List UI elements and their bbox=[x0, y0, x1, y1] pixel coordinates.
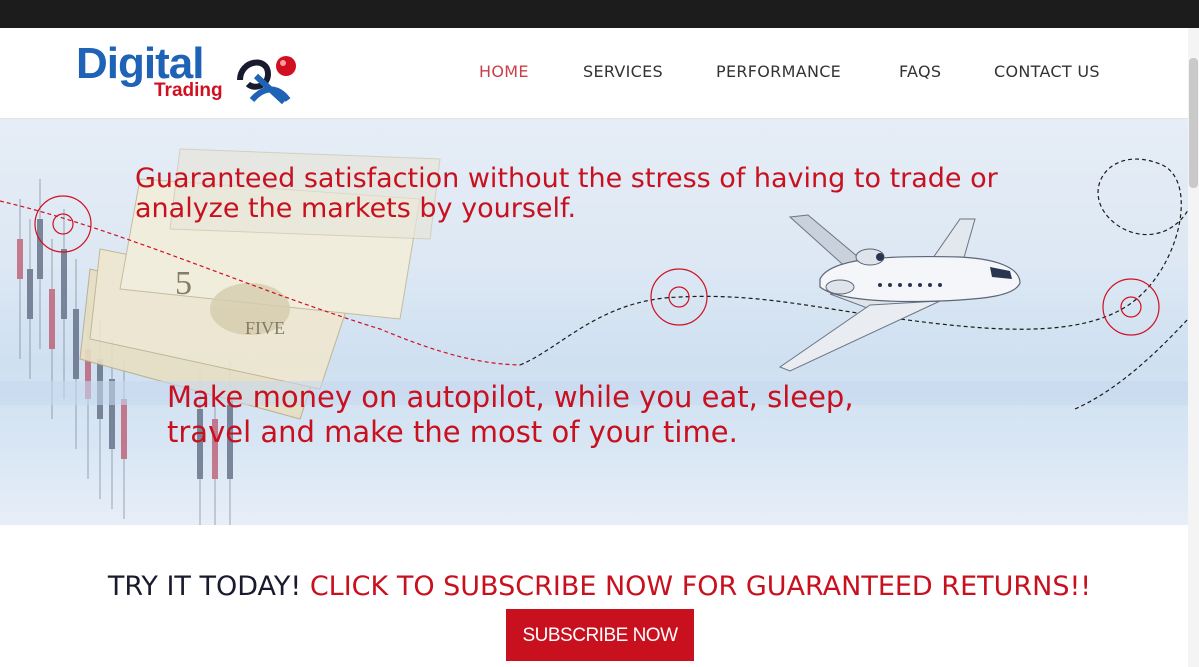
airplane-icon bbox=[778, 214, 1021, 372]
cta-highlight[interactable]: CLICK TO SUBSCRIBE NOW FOR GUARANTEED RE… bbox=[310, 571, 1091, 602]
svg-text:5: 5 bbox=[175, 265, 192, 302]
top-bar bbox=[0, 0, 1199, 28]
hero-banner: 5 FIVE Guaranteed satisfaction without t… bbox=[0, 119, 1188, 525]
hero-headline: Guaranteed satisfaction without the stre… bbox=[135, 163, 998, 224]
hero-subline: Make money on autopilot, while you eat, … bbox=[167, 380, 854, 449]
main-nav: HOME SERVICES PERFORMANCE FAQS CONTACT U… bbox=[0, 28, 1199, 118]
nav-item-faqs[interactable]: FAQS bbox=[899, 62, 941, 81]
nav-item-home[interactable]: HOME bbox=[479, 62, 529, 81]
scrollbar-thumb[interactable] bbox=[1189, 58, 1198, 188]
target-circle-icon bbox=[1102, 278, 1160, 336]
scrollbar[interactable] bbox=[1188, 28, 1199, 667]
svg-text:FIVE: FIVE bbox=[245, 318, 285, 338]
subscribe-now-button[interactable]: SUBSCRIBE NOW bbox=[506, 609, 694, 661]
nav-item-performance[interactable]: PERFORMANCE bbox=[716, 62, 841, 81]
nav-item-services[interactable]: SERVICES bbox=[583, 62, 663, 81]
cta-text: TRY IT TODAY! CLICK TO SUBSCRIBE NOW FOR… bbox=[0, 571, 1199, 602]
cta-lead: TRY IT TODAY! bbox=[107, 571, 302, 602]
nav-item-contact-us[interactable]: CONTACT US bbox=[994, 62, 1100, 81]
